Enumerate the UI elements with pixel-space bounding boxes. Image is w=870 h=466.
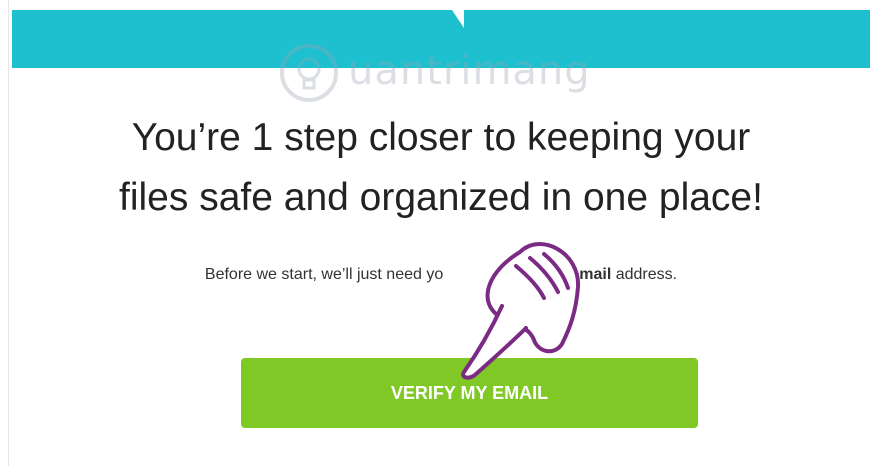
headline-line-2: files safe and organized in one place!: [119, 176, 763, 219]
banner-fold-icon: [452, 10, 464, 28]
lightbulb-logo-icon: [280, 44, 338, 102]
watermark-text: uantrimang: [348, 48, 591, 94]
pointing-hand-icon: [461, 242, 581, 380]
page-headline: You’re 1 step closer to keeping your fil…: [12, 108, 870, 228]
instruction-text-start: Before we start, we’ll just need yo: [204, 266, 444, 283]
watermark: uantrimang: [278, 42, 638, 108]
instruction-text-end: address.: [611, 266, 678, 283]
page-left-border: [8, 0, 9, 466]
headline-line-1: You’re 1 step closer to keeping your: [131, 116, 751, 159]
instruction-text: Before we start, we’ll just need yoyour …: [12, 266, 870, 284]
